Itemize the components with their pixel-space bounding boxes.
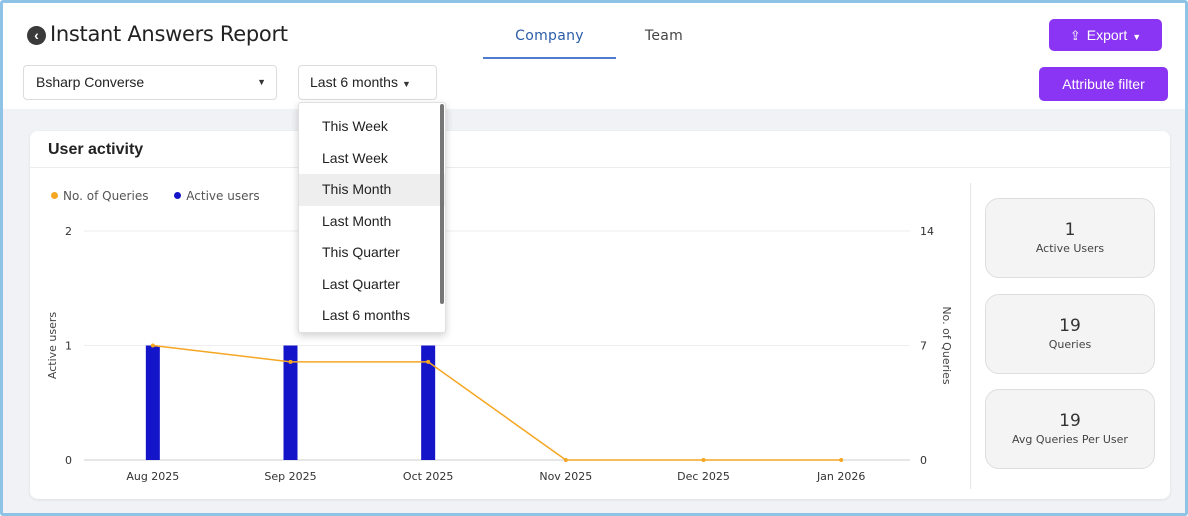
- stat-label: Queries: [1048, 338, 1092, 351]
- stat-value: 19: [1059, 316, 1081, 336]
- legend-item-active-users[interactable]: Active users: [174, 189, 260, 203]
- point-queries: [288, 359, 293, 364]
- app-select-value: Bsharp Converse: [36, 74, 145, 90]
- date-range-dropdown: This Week Last Week This Month Last Month Th…: [298, 102, 446, 333]
- x-tick-label: Nov 2025: [539, 470, 592, 483]
- x-tick-label: Dec 2025: [677, 470, 730, 483]
- date-range-value: Last 6 months: [310, 74, 398, 90]
- export-button[interactable]: ⇪ Export ▼: [1049, 19, 1162, 51]
- legend-dot-active-users: [174, 192, 182, 199]
- user-activity-card: User activity 0 1 2 0 7 14 Aug 2025 Sep 2025 Oct…: [30, 131, 1170, 499]
- user-activity-chart: 0 1 2 0 7 14 Aug 2025 Sep 2025 Oct 2025 Nov 2025 D…: [46, 225, 953, 483]
- line-queries: [152, 344, 842, 461]
- dropdown-option[interactable]: This Week: [299, 111, 445, 143]
- app-select[interactable]: Bsharp Converse ▼: [23, 65, 277, 100]
- stat-card-avg-queries: 19 Avg Queries Per User: [985, 389, 1155, 469]
- attribute-filter-button[interactable]: Attribute filter: [1039, 67, 1168, 101]
- date-range-select[interactable]: Last 6 months ▼: [298, 65, 437, 100]
- x-tick-label: Oct 2025: [403, 470, 454, 483]
- dropdown-options: This Week Last Week This Month Last Month Th…: [299, 103, 445, 332]
- stat-card-queries: 19 Queries: [985, 294, 1155, 374]
- point-queries: [150, 343, 155, 348]
- dropdown-option[interactable]: Last Month: [299, 206, 445, 238]
- y2-axis-title: No. of Queries: [940, 306, 953, 385]
- x-tick-label: Aug 2025: [126, 470, 179, 483]
- y-tick-label: 0: [65, 454, 72, 467]
- stat-value: 1: [1064, 220, 1076, 240]
- legend-item-queries[interactable]: No. of Queries: [51, 189, 148, 203]
- chart-legend: No. of Queries Active users: [51, 189, 282, 203]
- divider: [970, 183, 971, 489]
- tab-company[interactable]: Company: [483, 16, 616, 59]
- point-queries: [701, 458, 706, 462]
- y2-tick-label: 7: [920, 340, 927, 353]
- back-icon[interactable]: ‹: [27, 26, 46, 45]
- stat-label: Active Users: [1035, 242, 1105, 255]
- export-label: Export: [1086, 27, 1128, 43]
- point-queries: [839, 458, 844, 462]
- y2-tick-label: 14: [920, 225, 934, 238]
- report-header: ‹ Instant Answers Report Company Team ⇪ E…: [3, 3, 1185, 109]
- dropdown-scrollbar[interactable]: [440, 104, 444, 304]
- stat-value: 19: [1059, 411, 1081, 431]
- bar-active-users: [145, 345, 160, 460]
- x-tick-label: Sep 2025: [264, 470, 316, 483]
- dropdown-option[interactable]: Last Week: [299, 143, 445, 175]
- tab-team[interactable]: Team: [616, 16, 712, 59]
- chevron-down-icon: ▼: [257, 77, 266, 87]
- x-tick-label: Jan 2026: [816, 470, 865, 483]
- stat-label: Avg Queries Per User: [1012, 433, 1128, 446]
- point-queries: [426, 359, 431, 364]
- point-queries: [563, 458, 568, 462]
- chevron-down-icon: ▼: [1132, 32, 1142, 42]
- page-title: Instant Answers Report: [50, 22, 288, 46]
- y2-tick-label: 0: [920, 454, 927, 467]
- dropdown-option[interactable]: This Quarter: [299, 237, 445, 269]
- stat-card-active-users: 1 Active Users: [985, 198, 1155, 278]
- chevron-down-icon: ▼: [401, 79, 411, 89]
- legend-label-queries: No. of Queries: [63, 189, 149, 203]
- dropdown-option[interactable]: Last 6 months: [299, 300, 445, 332]
- share-icon: ⇪: [1069, 28, 1081, 43]
- dropdown-option[interactable]: This Month: [299, 174, 445, 206]
- y-tick-label: 2: [65, 225, 72, 238]
- y-tick-label: 1: [65, 340, 72, 353]
- app-window: ‹ Instant Answers Report Company Team ⇪ E…: [0, 0, 1188, 516]
- legend-label-active-users: Active users: [186, 189, 260, 203]
- y-axis-title: Active users: [46, 312, 59, 380]
- legend-dot-queries: [51, 192, 58, 199]
- dropdown-option[interactable]: Last Quarter: [299, 269, 445, 301]
